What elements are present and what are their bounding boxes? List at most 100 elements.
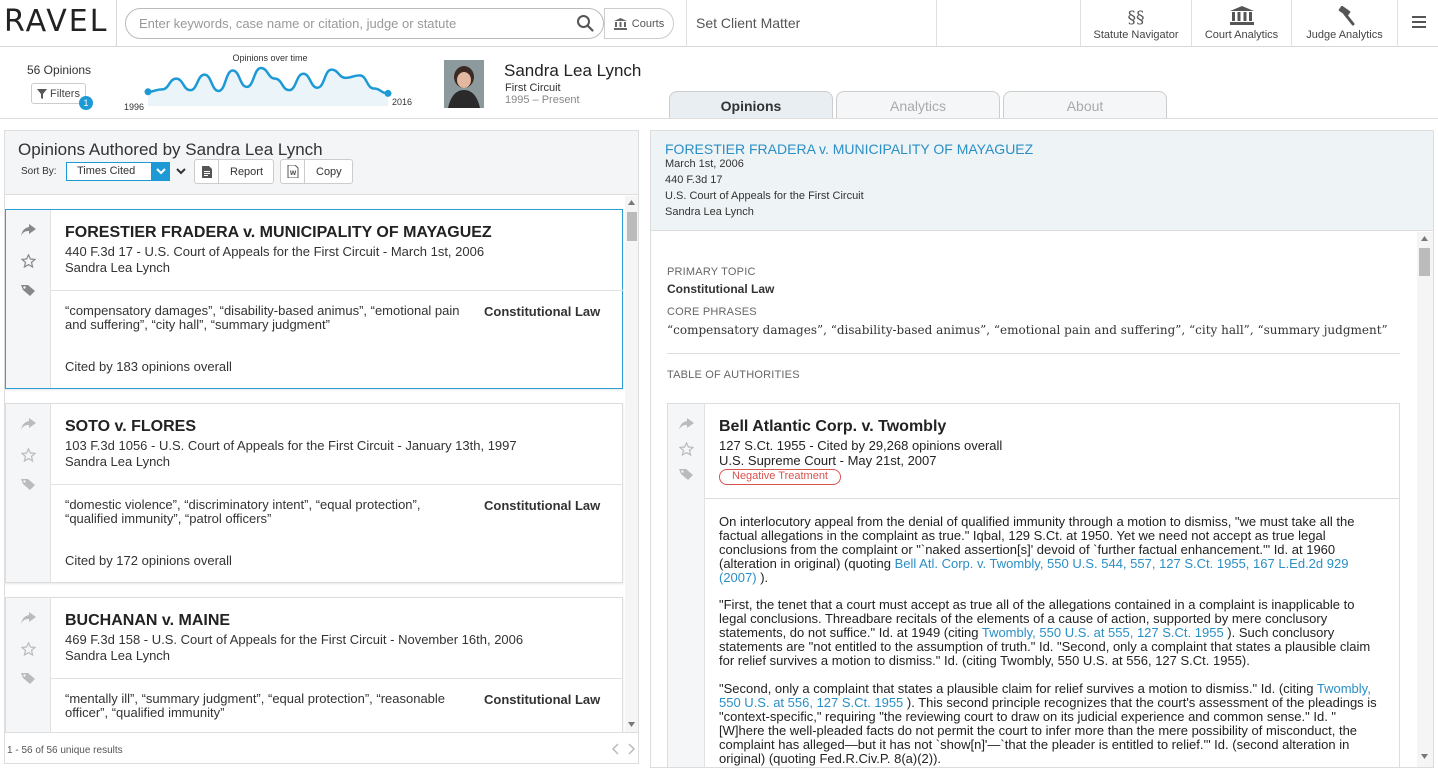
divider bbox=[936, 0, 937, 47]
negative-treatment-badge: Negative Treatment bbox=[719, 469, 841, 485]
courts-button[interactable]: Courts bbox=[604, 8, 674, 39]
sort-direction-icon[interactable] bbox=[175, 164, 187, 178]
search-input[interactable] bbox=[139, 11, 569, 35]
funnel-icon bbox=[37, 88, 48, 99]
detail-scrollbar-thumb[interactable] bbox=[1419, 248, 1430, 276]
share-icon[interactable] bbox=[21, 418, 36, 431]
opinion-phrases: “compensatory damages”, “disability-base… bbox=[65, 303, 460, 332]
word-document-icon: W bbox=[287, 165, 298, 178]
list-scrollbar[interactable] bbox=[625, 196, 638, 732]
authority-court: U.S. Supreme Court - May 21st, 2007 bbox=[719, 453, 937, 468]
judge-analytics-button[interactable]: Judge Analytics bbox=[1292, 0, 1397, 47]
opinion-topic: Constitutional Law bbox=[484, 692, 601, 707]
divider bbox=[51, 290, 623, 291]
detail-reporter: 440 F.3d 17 bbox=[665, 174, 723, 186]
chevron-down-icon[interactable] bbox=[151, 162, 170, 181]
authority-title[interactable]: Bell Atlantic Corp. v. Twombly bbox=[719, 418, 946, 436]
svg-text:W: W bbox=[289, 170, 296, 177]
authority-card[interactable]: Bell Atlantic Corp. v. Twombly 127 S.Ct.… bbox=[667, 403, 1400, 767]
detail-judge: Sandra Lea Lynch bbox=[665, 206, 754, 218]
opinion-judge: Sandra Lea Lynch bbox=[65, 454, 171, 469]
divider bbox=[667, 353, 1400, 354]
card-actions-rail bbox=[6, 210, 51, 388]
star-icon[interactable] bbox=[21, 254, 36, 268]
menu-icon[interactable] bbox=[1412, 15, 1428, 29]
card-actions-rail bbox=[6, 598, 51, 732]
chevron-right-icon[interactable] bbox=[628, 743, 636, 755]
opinion-card[interactable]: FORESTIER FRADERA v. MUNICIPALITY OF MAY… bbox=[5, 209, 623, 389]
tag-icon[interactable] bbox=[21, 672, 36, 685]
filters-label: Filters bbox=[50, 87, 80, 100]
star-icon[interactable] bbox=[21, 642, 36, 656]
opinion-title[interactable]: FORESTIER FRADERA v. MUNICIPALITY OF MAY… bbox=[65, 224, 492, 242]
opinion-card[interactable]: BUCHANAN v. MAINE 469 F.3d 158 - U.S. Co… bbox=[5, 597, 623, 732]
core-phrases: “compensatory damages”, “disability-base… bbox=[667, 323, 1388, 337]
authority-excerpt: "First, the tenet that a court must acce… bbox=[719, 598, 1379, 668]
detail-scrollbar[interactable] bbox=[1417, 232, 1433, 767]
search-icon[interactable] bbox=[576, 14, 594, 32]
primary-topic-label: PRIMARY TOPIC bbox=[667, 266, 756, 278]
statute-navigator-button[interactable]: §§ Statute Navigator bbox=[1081, 0, 1191, 47]
results-list: FORESTIER FRADERA v. MUNICIPALITY OF MAY… bbox=[5, 196, 638, 732]
tab-about[interactable]: About bbox=[1003, 91, 1167, 119]
copy-label: Copy bbox=[316, 165, 342, 178]
set-client-matter[interactable]: Set Client Matter bbox=[696, 15, 800, 31]
opinion-cited-count: Cited by 172 opinions overall bbox=[65, 553, 232, 568]
gavel-icon bbox=[1338, 6, 1354, 26]
opinion-card[interactable]: SOTO v. FLORES 103 F.3d 1056 - U.S. Cour… bbox=[5, 403, 623, 583]
opinion-title[interactable]: BUCHANAN v. MAINE bbox=[65, 612, 230, 630]
sort-by-label: Sort By: bbox=[21, 166, 57, 177]
court-analytics-label: Court Analytics bbox=[1204, 29, 1279, 41]
filters-button[interactable]: Filters bbox=[31, 83, 86, 104]
ravel-logo[interactable]: RAVEL bbox=[4, 4, 108, 39]
tag-icon[interactable] bbox=[21, 284, 36, 297]
core-phrases-label: CORE PHRASES bbox=[667, 306, 757, 318]
tab-analytics[interactable]: Analytics bbox=[836, 91, 1000, 119]
star-icon[interactable] bbox=[21, 448, 36, 462]
divider bbox=[705, 498, 1400, 499]
tag-icon[interactable] bbox=[21, 478, 36, 491]
tab-opinions[interactable]: Opinions bbox=[669, 91, 833, 119]
share-icon[interactable] bbox=[21, 612, 36, 625]
divider bbox=[686, 0, 687, 47]
opinion-citation: 103 F.3d 1056 - U.S. Court of Appeals fo… bbox=[65, 438, 517, 453]
authority-excerpt: "Second, only a complaint that states a … bbox=[719, 682, 1379, 766]
star-icon[interactable] bbox=[679, 442, 694, 456]
primary-topic: Constitutional Law bbox=[667, 282, 775, 296]
authority-citation: 127 S.Ct. 1955 - Cited by 29,268 opinion… bbox=[719, 438, 1003, 453]
share-icon[interactable] bbox=[21, 224, 36, 237]
opinion-title[interactable]: SOTO v. FLORES bbox=[65, 418, 196, 436]
opinion-topic: Constitutional Law bbox=[484, 304, 601, 319]
table-of-authorities-label: TABLE OF AUTHORITIES bbox=[667, 369, 800, 381]
court-analytics-button[interactable]: Court Analytics bbox=[1192, 0, 1291, 47]
opinion-phrases: “mentally ill”, “summary judgment”, “equ… bbox=[65, 691, 446, 720]
divider bbox=[1397, 0, 1398, 47]
citation-link[interactable]: Twombly, 550 U.S. at 555, 127 S.Ct. 1955 bbox=[982, 625, 1224, 640]
detail-title-link[interactable]: FORESTIER FRADERA v. MUNICIPALITY OF MAY… bbox=[665, 141, 1033, 157]
courthouse-icon bbox=[1229, 6, 1254, 25]
document-icon bbox=[201, 165, 212, 178]
chevron-left-icon[interactable] bbox=[611, 743, 619, 755]
divider bbox=[116, 0, 117, 47]
opinion-cited-count: Cited by 183 opinions overall bbox=[65, 359, 232, 374]
card-actions-rail bbox=[668, 404, 705, 767]
tag-icon[interactable] bbox=[679, 468, 694, 481]
opinion-citation: 469 F.3d 158 - U.S. Court of Appeals for… bbox=[65, 632, 524, 647]
judge-name: Sandra Lea Lynch bbox=[504, 61, 642, 80]
list-scrollbar-thumb[interactable] bbox=[627, 212, 637, 241]
opinion-citation: 440 F.3d 17 - U.S. Court of Appeals for … bbox=[65, 244, 485, 259]
judge-court: First Circuit bbox=[505, 82, 561, 94]
copy-button[interactable]: W Copy bbox=[280, 159, 353, 184]
chart-start-label: 1996 bbox=[124, 102, 144, 112]
share-icon[interactable] bbox=[679, 418, 694, 431]
report-button[interactable]: Report bbox=[194, 159, 275, 184]
card-actions-rail bbox=[6, 404, 51, 582]
chart-title: Opinions over time bbox=[232, 53, 307, 63]
judge-years: 1995 – Present bbox=[505, 94, 580, 106]
judge-avatar bbox=[444, 60, 484, 108]
courts-label: Courts bbox=[631, 17, 665, 30]
opinion-judge: Sandra Lea Lynch bbox=[65, 260, 171, 275]
opinion-phrases: “domestic violence”, “discriminatory int… bbox=[65, 497, 421, 526]
opinions-over-time-chart: Opinions over time 1996 2016 bbox=[124, 53, 412, 112]
detail-court: U.S. Court of Appeals for the First Circ… bbox=[665, 190, 864, 202]
